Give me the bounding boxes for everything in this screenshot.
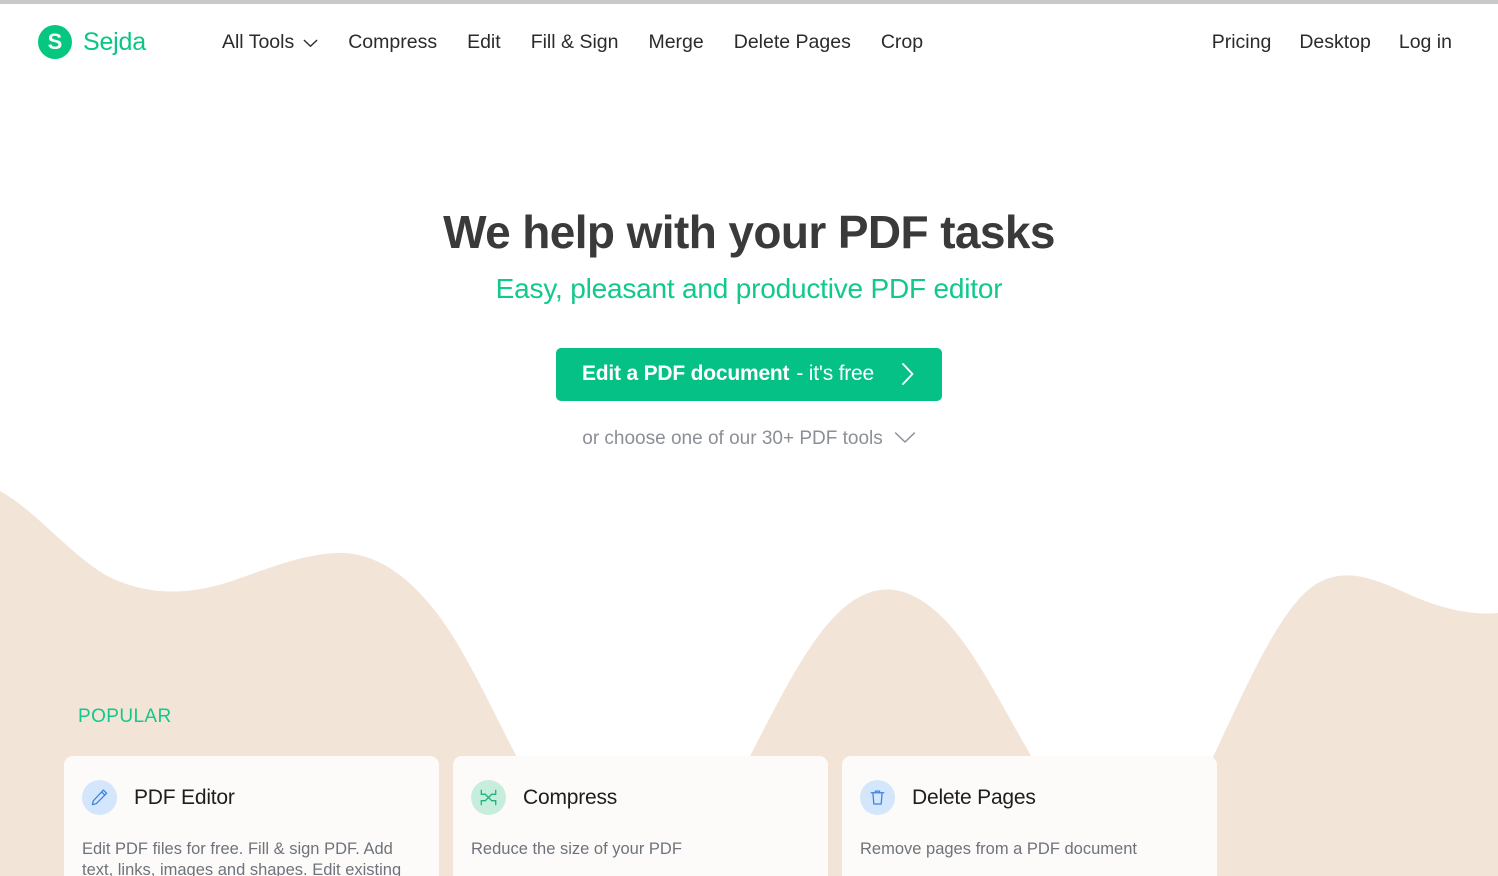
- edit-pdf-document-button[interactable]: Edit a PDF document - it's free: [555, 347, 943, 401]
- cta-secondary-label: - it's free: [796, 362, 875, 386]
- choose-pdf-tools-link[interactable]: or choose one of our 30+ PDF tools: [582, 428, 915, 450]
- sejda-logo-icon: S: [38, 25, 72, 59]
- popular-section: POPULAR PDF Editor Edit PDF files for fr…: [0, 706, 1498, 876]
- card-description: Remove pages from a PDF document: [860, 840, 1137, 858]
- nav-item-log-in[interactable]: Log in: [1385, 25, 1466, 60]
- nav-item-crop[interactable]: Crop: [866, 25, 938, 60]
- nav-item-all-tools[interactable]: All Tools: [207, 25, 333, 60]
- tool-card-pdf-editor[interactable]: PDF Editor Edit PDF files for free. Fill…: [64, 756, 439, 876]
- page-root: S Sejda All Tools Compress Edit Fill & S: [0, 0, 1498, 876]
- popular-cards-list: PDF Editor Edit PDF files for free. Fill…: [64, 756, 1498, 876]
- nav-item-edit[interactable]: Edit: [452, 25, 516, 60]
- nav-item-log-in-label: Log in: [1398, 30, 1452, 53]
- popular-section-label: POPULAR: [78, 706, 172, 727]
- card-title: PDF Editor: [134, 785, 235, 809]
- chevron-right-icon: [900, 361, 916, 387]
- trash-icon: [860, 780, 895, 815]
- chevron-down-icon: [303, 31, 318, 54]
- chevron-down-icon: [894, 428, 916, 450]
- hero-headline: We help with your PDF tasks: [443, 206, 1055, 258]
- nav-item-pricing-label: Pricing: [1211, 30, 1272, 53]
- main-navigation: All Tools Compress Edit Fill & Sign Merg…: [207, 25, 938, 60]
- brand-name-label: Sejda: [83, 27, 146, 56]
- card-header: PDF Editor: [82, 780, 421, 815]
- nav-item-pricing[interactable]: Pricing: [1198, 25, 1286, 60]
- nav-item-fill-and-sign[interactable]: Fill & Sign: [516, 25, 634, 60]
- card-header: Delete Pages: [860, 780, 1199, 815]
- nav-item-compress[interactable]: Compress: [333, 25, 452, 60]
- card-header: Compress: [471, 780, 810, 815]
- nav-item-delete-pages-label: Delete Pages: [733, 30, 851, 53]
- nav-item-merge[interactable]: Merge: [633, 25, 718, 60]
- cta-primary-label: Edit a PDF document: [581, 362, 790, 386]
- nav-item-desktop-label: Desktop: [1299, 30, 1371, 53]
- tool-card-delete-pages[interactable]: Delete Pages Remove pages from a PDF doc…: [842, 756, 1217, 876]
- secondary-navigation: Pricing Desktop Log in: [1198, 25, 1466, 60]
- nav-item-delete-pages[interactable]: Delete Pages: [719, 25, 866, 60]
- card-description: Edit PDF files for free. Fill & sign PDF…: [82, 840, 402, 876]
- card-title: Compress: [523, 785, 618, 809]
- card-description: Reduce the size of your PDF: [471, 840, 682, 858]
- nav-item-all-tools-label: All Tools: [221, 30, 295, 53]
- nav-item-compress-label: Compress: [348, 30, 438, 53]
- brand-logo[interactable]: S Sejda: [38, 25, 146, 59]
- tool-card-compress[interactable]: Compress Reduce the size of your PDF: [453, 756, 828, 876]
- hero-cta-container: Edit a PDF document - it's free: [0, 347, 1498, 401]
- pencil-icon: [82, 780, 117, 815]
- nav-item-fill-and-sign-label: Fill & Sign: [530, 30, 619, 53]
- hero-subheadline: Easy, pleasant and productive PDF editor: [495, 272, 1003, 304]
- site-header: S Sejda All Tools Compress Edit Fill & S: [0, 4, 1498, 80]
- nav-item-merge-label: Merge: [648, 30, 704, 53]
- compress-icon: [471, 780, 506, 815]
- secondary-cta-label: or choose one of our 30+ PDF tools: [582, 427, 883, 449]
- nav-item-desktop[interactable]: Desktop: [1285, 25, 1385, 60]
- brand-mark-letter: S: [47, 29, 63, 54]
- card-title: Delete Pages: [912, 785, 1036, 809]
- secondary-cta-row: or choose one of our 30+ PDF tools: [0, 401, 1498, 450]
- nav-item-edit-label: Edit: [467, 30, 501, 53]
- nav-item-crop-label: Crop: [880, 30, 924, 53]
